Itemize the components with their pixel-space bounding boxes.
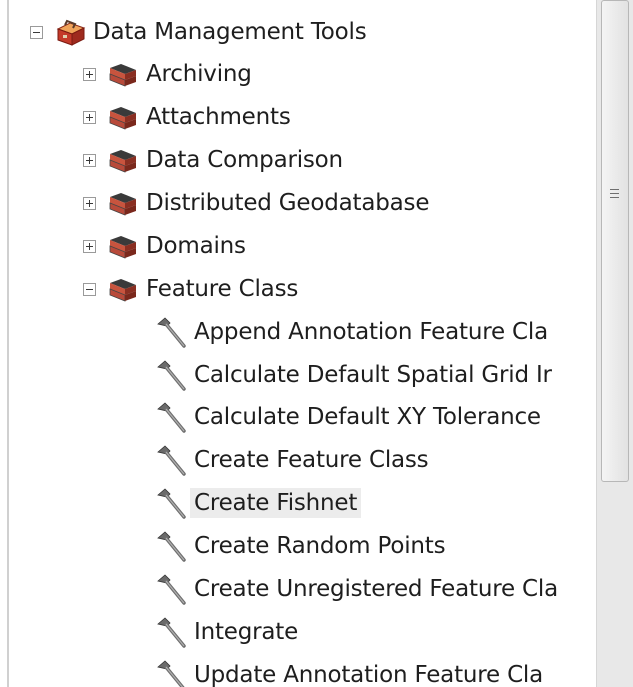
tree-node-label: Data Comparison [146, 147, 343, 173]
expand-icon[interactable] [83, 110, 96, 124]
tree-node-label: Create Feature Class [194, 447, 429, 473]
tree-node-toolset[interactable]: Distributed Geodatabase [83, 184, 433, 222]
tree-node-tool[interactable]: Append Annotation Feature Cla [154, 313, 552, 351]
hammer-icon [157, 317, 186, 348]
tree-node-label: Append Annotation Feature Cla [194, 319, 548, 345]
expand-icon[interactable] [83, 67, 96, 81]
toolset-icon [109, 150, 136, 173]
tree-node-tool[interactable]: Update Annotation Feature Cla [154, 656, 547, 687]
tree-node-label: Create Unregistered Feature Cla [194, 576, 558, 602]
tree-node-label: Distributed Geodatabase [146, 190, 430, 216]
tree-node-tool[interactable]: Calculate Default XY Tolerance [154, 398, 545, 436]
collapse-icon[interactable] [30, 25, 43, 39]
hammer-icon [157, 445, 186, 476]
expand-icon[interactable] [83, 196, 96, 210]
tree-node-label: Feature Class [146, 276, 299, 302]
hammer-icon [157, 617, 186, 648]
tree-node-tool[interactable]: Integrate [154, 613, 302, 651]
toolbox-tree: Data Management Tools Archiving Attachme… [0, 0, 596, 687]
tree-node-toolset[interactable]: Feature Class [83, 270, 302, 308]
hammer-icon [157, 574, 186, 605]
toolset-icon [109, 279, 136, 302]
expand-icon[interactable] [83, 239, 96, 253]
hammer-icon [157, 402, 186, 433]
tree-node-tool[interactable]: Calculate Default Spatial Grid Ir [154, 356, 556, 394]
tree-node-data-management-tools[interactable]: Data Management Tools [30, 13, 371, 51]
tree-node-toolset[interactable]: Archiving [83, 55, 256, 93]
collapse-icon[interactable] [83, 282, 96, 296]
tree-node-tool[interactable]: Create Unregistered Feature Cla [154, 570, 562, 608]
tree-node-label: Update Annotation Feature Cla [194, 662, 544, 687]
tree-node-label: Calculate Default Spatial Grid Ir [194, 362, 552, 388]
tree-node-label: Create Fishnet [190, 488, 362, 518]
scrollbar-thumb[interactable] [601, 0, 629, 482]
toolset-icon [109, 64, 136, 87]
vertical-scrollbar[interactable] [596, 0, 633, 687]
tree-node-tool[interactable]: Create Random Points [154, 527, 449, 565]
tree-node-toolset[interactable]: Attachments [83, 98, 295, 136]
tree-node-tool-selected[interactable]: Create Fishnet [154, 484, 362, 522]
toolset-icon [109, 193, 136, 216]
tree-node-label: Archiving [146, 61, 252, 87]
red-toolbox-icon [56, 19, 86, 46]
tree-node-toolset[interactable]: Domains [83, 227, 250, 265]
toolset-icon [109, 236, 136, 259]
hammer-icon [157, 660, 185, 687]
tree-node-label: Attachments [146, 104, 291, 130]
grip-icon [610, 189, 619, 198]
tree-node-toolset[interactable]: Data Comparison [83, 141, 347, 179]
tree-node-label: Integrate [194, 619, 299, 645]
toolset-icon [109, 107, 136, 130]
expand-icon[interactable] [83, 153, 96, 167]
hammer-icon [157, 488, 186, 519]
tree-node-label: Calculate Default XY Tolerance [194, 404, 541, 430]
tree-node-label: Data Management Tools [93, 19, 367, 45]
tree-node-tool[interactable]: Create Feature Class [154, 441, 432, 479]
tree-node-label: Domains [146, 233, 246, 259]
hammer-icon [157, 531, 186, 562]
tree-node-label: Create Random Points [194, 533, 446, 559]
hammer-icon [157, 360, 186, 391]
